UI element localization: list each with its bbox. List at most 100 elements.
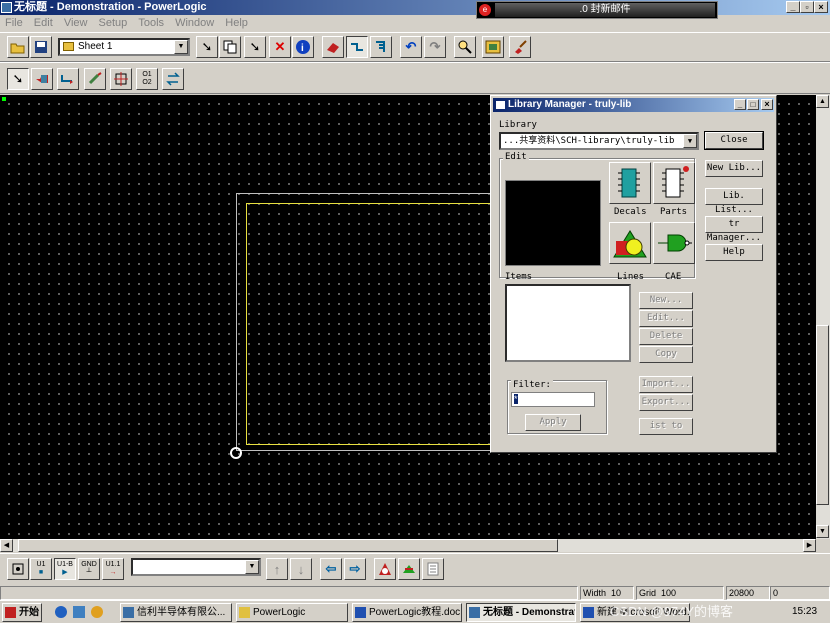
brush-icon[interactable]: [509, 36, 531, 58]
lines-shapes-icon: [613, 230, 647, 258]
redo-icon[interactable]: ↷: [424, 36, 446, 58]
zoom-icon[interactable]: [454, 36, 476, 58]
attr-manager-button[interactable]: tr Manager...: [705, 216, 763, 243]
swap-pins-icon[interactable]: [162, 68, 184, 90]
lines-button[interactable]: [609, 222, 651, 264]
copy-item-button[interactable]: Copy: [639, 346, 693, 363]
dialog-close-button[interactable]: ×: [761, 99, 773, 110]
add-2d-line-icon[interactable]: [110, 68, 132, 90]
part-label-toggle[interactable]: U1 ■: [30, 558, 52, 580]
vertical-scroll-thumb[interactable]: [816, 325, 829, 505]
menu-help[interactable]: Help: [225, 17, 248, 29]
powerlogic-app-icon: [1, 2, 12, 13]
wire-tool-icon[interactable]: [346, 36, 368, 58]
task-word-doc[interactable]: PowerLogic教程.doc ...: [352, 603, 462, 622]
menu-view[interactable]: View: [64, 17, 88, 29]
width-value: 10: [611, 588, 622, 598]
add-part-icon[interactable]: [31, 68, 53, 90]
horizontal-scrollbar[interactable]: ◀ ▶: [0, 539, 816, 552]
filter-value: *: [514, 394, 518, 404]
close-dialog-button[interactable]: Close: [704, 131, 764, 150]
o2-label: O2: [142, 79, 152, 86]
cae-button[interactable]: [653, 222, 695, 264]
symbol-green-icon[interactable]: [398, 558, 420, 580]
net-label-toggle[interactable]: GND ┴: [78, 558, 100, 580]
arrow-up-icon[interactable]: ↑: [266, 558, 288, 580]
scroll-right-icon[interactable]: ▶: [803, 539, 816, 552]
help-button[interactable]: Help: [705, 244, 763, 261]
dialog-maximize-button[interactable]: □: [747, 99, 759, 110]
undo-icon[interactable]: ↶: [400, 36, 422, 58]
footprint-select[interactable]: ▼: [131, 558, 261, 576]
library-select[interactable]: ...共享资料\SCH-library\truly-lib ▼: [499, 132, 699, 150]
chevron-down-icon[interactable]: ▼: [683, 134, 697, 148]
scroll-left-icon[interactable]: ◀: [0, 539, 13, 552]
symbol-red-icon[interactable]: [374, 558, 396, 580]
component-red-icon[interactable]: [322, 36, 344, 58]
copy-icon[interactable]: [219, 36, 241, 58]
edit-item-button[interactable]: Edit...: [639, 310, 693, 327]
task-browser[interactable]: 信利半导体有限公...: [120, 603, 232, 622]
delete-x-icon[interactable]: ✕: [269, 36, 291, 58]
apply-button[interactable]: Apply: [525, 414, 581, 431]
pin-label-toggle[interactable]: U1-B ▶: [54, 558, 76, 580]
menu-setup[interactable]: Setup: [99, 17, 128, 29]
select-delete-icon[interactable]: ➘: [244, 36, 266, 58]
add-connection-icon[interactable]: [57, 68, 79, 90]
list-to-file-button[interactable]: ist to Fil: [639, 418, 693, 435]
ie-icon[interactable]: [55, 606, 67, 618]
renumber-parts-button[interactable]: O1 O2: [136, 68, 158, 90]
task-powerlogic-active[interactable]: 无标题 - Demonstrat...: [466, 603, 576, 622]
horizontal-scroll-thumb[interactable]: [18, 539, 558, 552]
arrow-left-icon[interactable]: ⇦: [320, 558, 342, 580]
windows-logo-icon: [5, 607, 16, 618]
bottom-toolbar: U1 ■ U1-B ▶ GND ┴ U1.1 → ▼ ↑ ↓ ⇦ ⇨: [0, 553, 830, 585]
delete-item-button[interactable]: Delete: [639, 328, 693, 345]
restore-button[interactable]: ▫: [800, 1, 814, 13]
sheet-select[interactable]: Sheet 1 ▼: [58, 38, 190, 56]
start-button[interactable]: 开始: [2, 603, 42, 622]
select-mode-icon[interactable]: ➘: [7, 68, 29, 90]
save-icon[interactable]: [30, 36, 52, 58]
word-icon: [583, 607, 594, 618]
bus-tool-icon[interactable]: [370, 36, 392, 58]
desktop-icon[interactable]: [73, 606, 85, 618]
new-lib-button[interactable]: New Lib...: [705, 160, 763, 177]
add-bus-icon[interactable]: [84, 68, 106, 90]
vertical-scrollbar[interactable]: ▲ ▼: [816, 95, 830, 539]
x-coordinate: 20800: [726, 586, 770, 600]
select-arrow-icon[interactable]: ➘: [196, 36, 218, 58]
new-item-button[interactable]: New...: [639, 292, 693, 309]
filter-input[interactable]: *: [511, 392, 595, 407]
menu-tools[interactable]: Tools: [138, 17, 164, 29]
items-list[interactable]: [505, 284, 631, 362]
info-icon[interactable]: i: [292, 36, 314, 58]
lib-list-button[interactable]: Lib. List...: [705, 188, 763, 215]
report-icon[interactable]: [422, 558, 444, 580]
decals-button[interactable]: [609, 162, 651, 204]
task-powerlogic[interactable]: PowerLogic: [236, 603, 348, 622]
export-button[interactable]: Export...: [639, 394, 693, 411]
u1b-label: U1-B: [57, 561, 73, 568]
open-folder-icon[interactable]: [7, 36, 29, 58]
component-filter-icon[interactable]: [7, 558, 29, 580]
import-button[interactable]: Import...: [639, 376, 693, 393]
menu-file[interactable]: File: [5, 17, 23, 29]
chevron-down-icon[interactable]: ▼: [174, 40, 188, 54]
arrow-right-icon[interactable]: ⇨: [344, 558, 366, 580]
scroll-up-icon[interactable]: ▲: [816, 95, 829, 108]
parts-button[interactable]: [653, 162, 695, 204]
menu-edit[interactable]: Edit: [34, 17, 53, 29]
decal-preview: [505, 180, 601, 266]
dialog-minimize-button[interactable]: _: [734, 99, 746, 110]
pin-number-toggle[interactable]: U1.1 →: [102, 558, 124, 580]
scroll-down-icon[interactable]: ▼: [816, 525, 829, 538]
menu-window[interactable]: Window: [175, 17, 214, 29]
arrow-down-icon[interactable]: ↓: [290, 558, 312, 580]
sheet-view-icon[interactable]: [482, 36, 504, 58]
chevron-down-icon[interactable]: ▼: [245, 560, 259, 574]
items-label: Items: [505, 272, 533, 282]
minimize-button[interactable]: _: [786, 1, 800, 13]
close-button[interactable]: ×: [814, 1, 828, 13]
media-icon[interactable]: [91, 606, 103, 618]
